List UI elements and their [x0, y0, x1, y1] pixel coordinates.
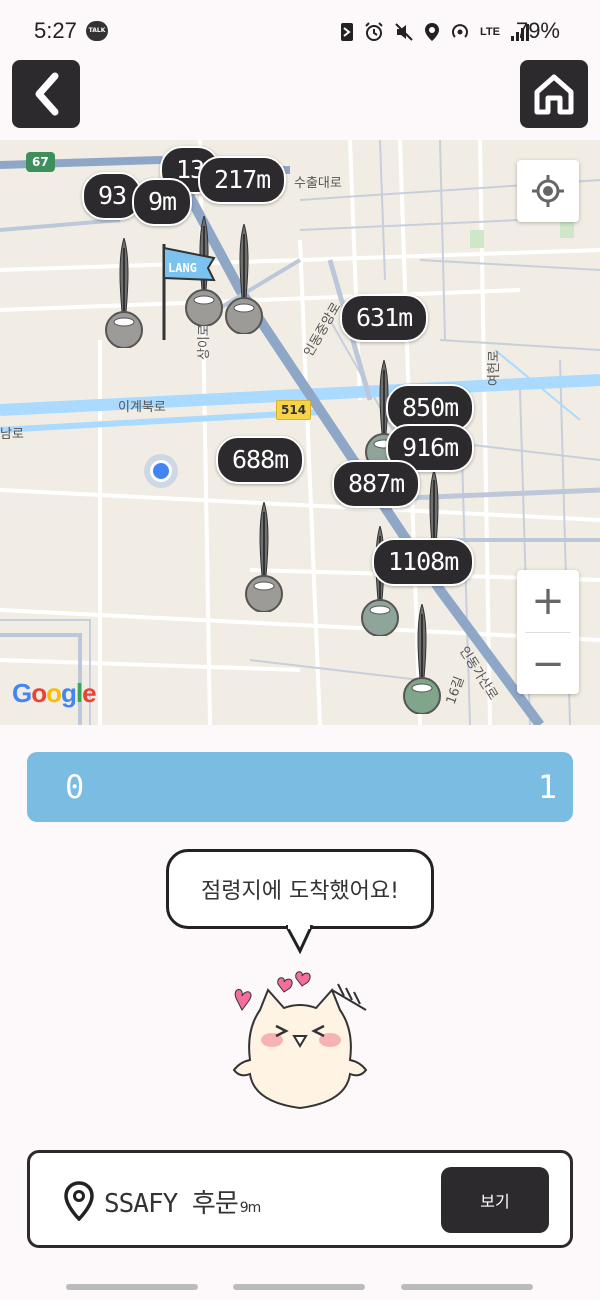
- home-icon: [534, 74, 574, 115]
- distance-label[interactable]: 631m: [340, 294, 429, 342]
- view-button[interactable]: 보기: [441, 1167, 549, 1233]
- location-card: SSAFY 후문 9m 보기: [27, 1150, 573, 1248]
- nav-handle[interactable]: [233, 1284, 365, 1290]
- mute-icon: [395, 23, 413, 41]
- place-name-row: SSAFY 후문 9m: [104, 1183, 262, 1220]
- speech-bubble: 점령지에 도착했어요!: [166, 849, 434, 929]
- nav-handle[interactable]: [66, 1284, 198, 1290]
- cat-mascot-icon: [232, 971, 368, 1110]
- distance-label[interactable]: 887m: [332, 460, 421, 508]
- zoom-control: + −: [517, 570, 579, 694]
- google-logo: Google: [12, 678, 97, 708]
- distance-label[interactable]: 688m: [216, 436, 305, 484]
- route-shield: 514: [276, 400, 312, 420]
- status-icons: LTE: [340, 20, 530, 44]
- highway-shield: 67: [26, 152, 55, 172]
- speech-bubble-text: 점령지에 도착했어요!: [201, 879, 399, 904]
- kakaotalk-icon: TALK: [86, 21, 108, 41]
- crosshair-icon: [532, 175, 564, 207]
- flag-text: LANG: [168, 261, 197, 275]
- location-icon: [425, 23, 439, 41]
- battery-level: 79%: [515, 18, 560, 43]
- zoom-out-button[interactable]: −: [517, 633, 579, 695]
- capture-progress-bar: 0 1: [27, 752, 573, 822]
- nav-handle[interactable]: [401, 1284, 533, 1290]
- flag-marker[interactable]: [242, 502, 286, 612]
- road-label: 이계북로: [118, 400, 166, 415]
- map-background: [0, 140, 600, 725]
- road-label: 여헌로: [487, 350, 502, 386]
- status-bar: 5:27 TALK LTE 79%: [0, 0, 600, 60]
- zoom-in-button[interactable]: +: [517, 570, 579, 632]
- chevron-left-icon: [35, 72, 59, 116]
- network-label: LTE: [480, 26, 500, 38]
- location-pin-icon: [64, 1181, 94, 1221]
- road-label: 남로: [0, 427, 24, 442]
- map-view[interactable]: 수출대로 인동중앙로 상이로 이계북로 남로 여헌로 인동가산로 16길 514…: [0, 140, 600, 725]
- distance-label[interactable]: 217m: [198, 156, 287, 204]
- progress-max: 1: [537, 768, 557, 806]
- place-distance: 9m: [239, 1200, 262, 1216]
- flag-marker[interactable]: [102, 238, 146, 348]
- flag-marker[interactable]: [400, 604, 444, 714]
- gesture-nav-bar: [0, 1284, 600, 1292]
- user-location-dot: [150, 460, 172, 482]
- distance-label[interactable]: 9m: [132, 178, 193, 226]
- progress-min: 0: [65, 768, 85, 806]
- nfc-icon: [341, 23, 353, 41]
- road-label: 수출대로: [294, 176, 342, 191]
- hotspot-icon: [452, 24, 468, 38]
- alarm-icon: [365, 22, 383, 41]
- my-location-button[interactable]: [517, 160, 579, 222]
- place-name: SSAFY 후문: [104, 1189, 239, 1219]
- distance-label[interactable]: 1108m: [372, 538, 475, 586]
- home-button[interactable]: [520, 60, 588, 128]
- status-time: 5:27: [34, 18, 77, 43]
- back-button[interactable]: [12, 60, 80, 128]
- speech-bubble-tail: [286, 925, 314, 955]
- flag-marker[interactable]: [222, 224, 266, 334]
- current-flag-icon: LANG: [162, 244, 216, 340]
